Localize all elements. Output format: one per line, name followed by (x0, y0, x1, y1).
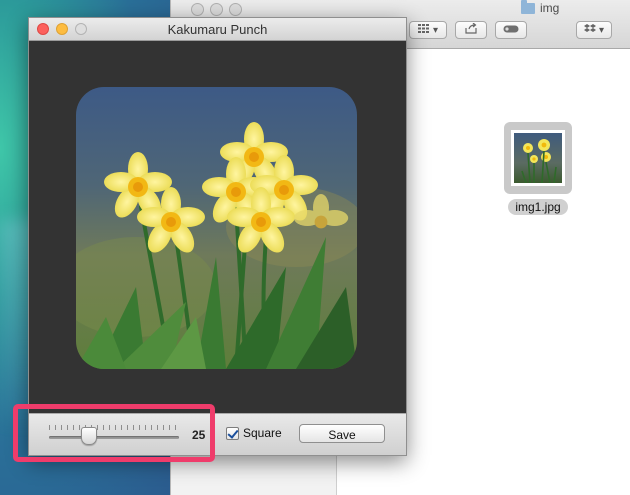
finder-minimize-button[interactable] (210, 3, 223, 16)
finder-zoom-button[interactable] (229, 3, 242, 16)
save-button[interactable]: Save (299, 424, 385, 443)
window-title: Kakumaru Punch (167, 22, 268, 37)
dropbox-button[interactable]: ▾ (576, 21, 612, 39)
image-preview-canvas (29, 41, 406, 413)
tag-button[interactable] (495, 21, 527, 39)
file-thumbnail-frame (504, 122, 572, 194)
share-icon (464, 22, 478, 37)
daffodil-thumbnail-image (514, 133, 562, 184)
app-titlebar: Kakumaru Punch (29, 18, 406, 41)
view-mode-button[interactable]: ▾ (409, 21, 447, 39)
share-button[interactable] (455, 21, 487, 39)
daffodil-photo (76, 87, 357, 369)
chevron-down-icon: ▾ (432, 24, 439, 36)
highlight-box (13, 404, 215, 462)
dropbox-icon (583, 23, 596, 37)
square-checkbox-control[interactable]: Square (226, 426, 282, 440)
kakumaru-punch-window: Kakumaru Punch 25 Square Save (28, 17, 407, 456)
finder-window-controls (191, 3, 242, 16)
folder-icon (521, 0, 535, 14)
file-item[interactable]: img1.jpg (498, 122, 578, 216)
finder-close-button[interactable] (191, 3, 204, 16)
rounded-image-preview (76, 87, 357, 369)
file-thumbnail (511, 130, 565, 186)
square-checkbox[interactable] (226, 426, 239, 440)
square-checkbox-label: Square (243, 426, 282, 440)
grid-view-icon (417, 24, 430, 36)
tag-icon (503, 25, 519, 36)
finder-title-text: img (540, 1, 560, 15)
file-name-label[interactable]: img1.jpg (508, 199, 568, 215)
finder-title: img (521, 0, 560, 15)
chevron-down-icon: ▾ (598, 24, 605, 36)
